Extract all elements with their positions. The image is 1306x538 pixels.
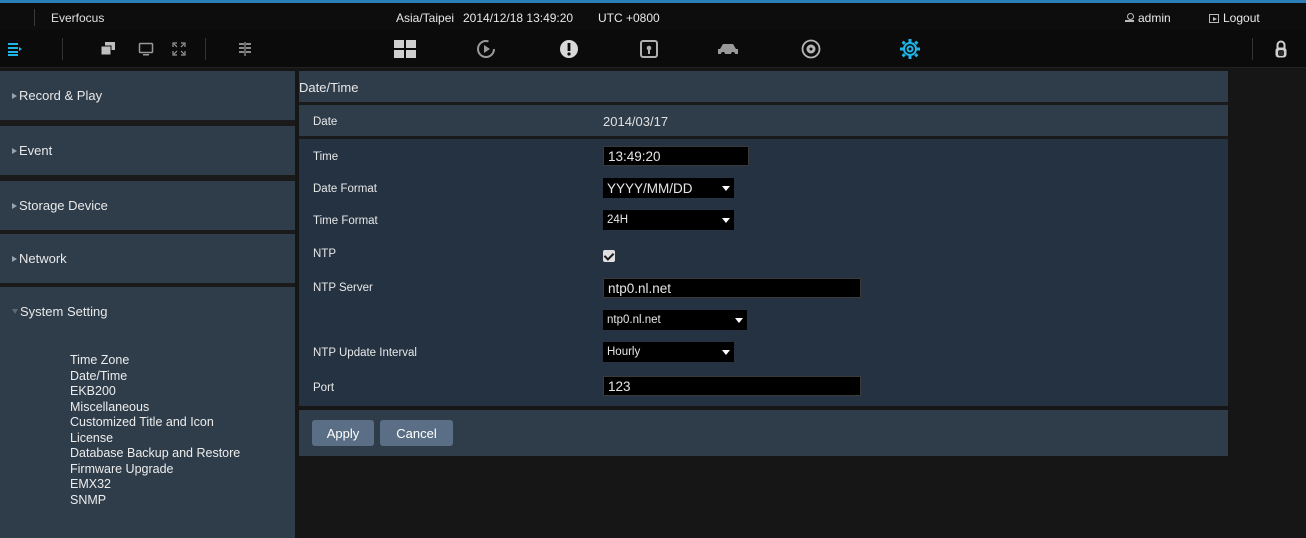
sidebar-item-system-setting[interactable]: System Setting	[0, 287, 295, 336]
sidebar-item-network[interactable]: Network	[0, 234, 295, 286]
submenu-item-ekb200[interactable]: EKB200	[70, 384, 295, 400]
username: admin	[1138, 11, 1171, 25]
ntp-checkbox[interactable]	[603, 250, 615, 262]
caret-right-icon	[12, 147, 17, 154]
time-format-select[interactable]: 24H	[603, 210, 734, 230]
disk-icon[interactable]	[791, 30, 831, 68]
empty-area	[1232, 71, 1306, 538]
timezone-text: Asia/Taipei	[396, 11, 455, 25]
icon-toolbar	[0, 30, 1306, 68]
logout-link[interactable]: Logout	[1209, 11, 1260, 25]
datetime-text: 2014/12/18 13:49:20	[463, 11, 574, 25]
caret-right-icon	[12, 255, 17, 262]
divider	[205, 38, 206, 60]
divider	[34, 9, 35, 26]
submenu-item-snmp[interactable]: SNMP	[70, 493, 295, 509]
system-setting-submenu: Time Zone Date/Time EKB200 Miscellaneous…	[0, 336, 295, 538]
fullscreen-icon[interactable]	[164, 30, 194, 68]
apply-button[interactable]: Apply	[312, 420, 374, 446]
user-icon	[1125, 13, 1134, 23]
ntp-label: NTP	[313, 248, 336, 260]
divider	[62, 38, 63, 60]
sidebar-item-label: Record & Play	[19, 88, 103, 103]
chevron-down-icon	[722, 349, 730, 355]
port-label: Port	[313, 382, 335, 394]
submenu-item-license[interactable]: License	[70, 431, 295, 447]
sidebar: Record & Play Event Storage Device Netwo…	[0, 71, 295, 538]
sidebar-item-label: System Setting	[20, 304, 108, 319]
port-input[interactable]	[603, 376, 861, 396]
submenu-item-time-zone[interactable]: Time Zone	[70, 353, 295, 369]
utc-offset-text: UTC +0800	[598, 11, 660, 25]
date-row: Date 2014/03/17	[299, 105, 1228, 139]
lock-icon[interactable]	[1263, 30, 1299, 68]
submenu-item-date-time[interactable]: Date/Time	[70, 369, 295, 385]
logout-icon	[1209, 13, 1219, 23]
ntp-server-select[interactable]: ntp0.nl.net	[603, 310, 747, 330]
panel-title: Date/Time	[299, 71, 1228, 105]
ntp-server-select-value: ntp0.nl.net	[607, 314, 661, 326]
ntp-server-label: NTP Server	[313, 282, 373, 294]
submenu-item-firmware-upgrade[interactable]: Firmware Upgrade	[70, 462, 295, 478]
ntp-server-input[interactable]	[603, 278, 861, 298]
grid-view-icon[interactable]	[385, 30, 425, 68]
caret-down-icon	[12, 309, 18, 314]
playback-icon[interactable]	[466, 30, 506, 68]
logout-label: Logout	[1223, 11, 1260, 25]
divider	[1252, 38, 1253, 60]
ntp-interval-select[interactable]: Hourly	[603, 342, 734, 362]
submenu-item-miscellaneous[interactable]: Miscellaneous	[70, 400, 295, 416]
sidebar-item-label: Event	[19, 143, 53, 158]
sidebar-item-label: Storage Device	[19, 198, 108, 213]
time-format-value: 24H	[607, 214, 629, 226]
caret-right-icon	[12, 92, 17, 99]
sidebar-item-label: Network	[19, 251, 67, 266]
date-label: Date	[313, 116, 338, 128]
time-label: Time	[313, 151, 339, 163]
chevron-down-icon	[722, 185, 730, 191]
lock-box-icon[interactable]	[629, 30, 669, 68]
date-format-label: Date Format	[313, 183, 377, 195]
date-value: 2014/03/17	[603, 114, 669, 129]
time-format-label: Time Format	[313, 215, 378, 227]
submenu-item-customized-title[interactable]: Customized Title and Icon	[70, 415, 295, 431]
cancel-button[interactable]: Cancel	[380, 420, 453, 446]
submenu-item-database-backup[interactable]: Database Backup and Restore	[70, 446, 295, 462]
caret-right-icon	[12, 202, 17, 209]
submenu-item-emx32[interactable]: EMX32	[70, 477, 295, 493]
sidebar-item-event[interactable]: Event	[0, 126, 295, 178]
alert-icon[interactable]	[549, 30, 589, 68]
settings-gear-icon[interactable]	[890, 30, 930, 68]
vehicle-icon[interactable]	[708, 30, 748, 68]
ntp-interval-value: Hourly	[607, 346, 641, 358]
windows-icon[interactable]	[93, 30, 123, 68]
ntp-interval-label: NTP Update Interval	[313, 347, 417, 359]
sidebar-item-record-play[interactable]: Record & Play	[0, 71, 295, 123]
brand-name: Everfocus	[51, 11, 105, 25]
chevron-down-icon	[722, 217, 730, 223]
user-info[interactable]: admin	[1125, 11, 1171, 25]
sidebar-item-storage-device[interactable]: Storage Device	[0, 181, 295, 233]
layout-split-icon[interactable]	[230, 30, 260, 68]
date-format-select[interactable]: YYYY/MM/DD	[603, 178, 734, 198]
date-format-value: YYYY/MM/DD	[607, 180, 693, 196]
action-bar: Apply Cancel	[299, 410, 1228, 456]
status-bar: Everfocus Asia/Taipei 2014/12/18 13:49:2…	[0, 0, 1306, 30]
monitor-icon[interactable]	[131, 30, 161, 68]
menu-icon[interactable]	[0, 30, 30, 68]
date-time-panel: Date/Time Date 2014/03/17 Time Date Form…	[299, 71, 1228, 406]
chevron-down-icon	[735, 317, 743, 323]
time-input[interactable]	[603, 146, 749, 166]
